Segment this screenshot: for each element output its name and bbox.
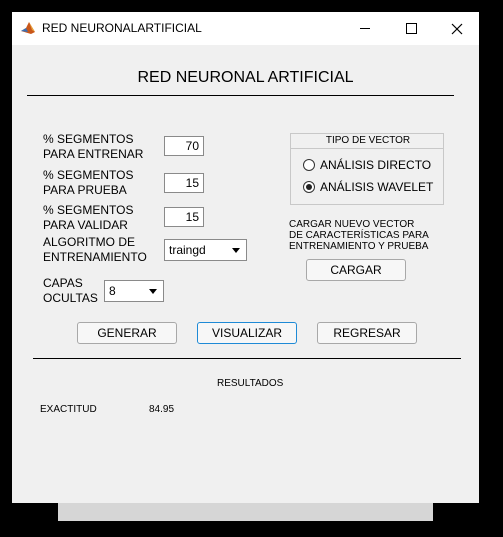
load-button[interactable]: CARGAR [306, 259, 406, 281]
algorithm-label: ALGORITMO DE ENTRENAMIENTO [43, 235, 147, 264]
validate-segments-label: % SEGMENTOS PARA VALIDAR [43, 203, 134, 232]
results-divider [33, 358, 461, 359]
window-title: RED NEURONALARTIFICIAL [42, 21, 202, 35]
algorithm-select[interactable]: traingd [164, 239, 247, 261]
radio-wavelet-analysis[interactable]: ANÁLISIS WAVELET [303, 180, 433, 194]
title-bar: RED NEURONALARTIFICIAL [12, 12, 479, 45]
hidden-layers-selected-value: 8 [109, 284, 116, 298]
results-title: RESULTADOS [217, 378, 284, 389]
hidden-layers-select[interactable]: 8 [104, 280, 164, 302]
chevron-down-icon [232, 248, 240, 253]
vector-type-group: TIPO DE VECTOR ANÁLISIS DIRECTO ANÁLISIS… [290, 133, 444, 205]
accuracy-value: 84.95 [149, 404, 175, 415]
vector-type-title: TIPO DE VECTOR [325, 135, 411, 146]
visualize-button[interactable]: VISUALIZAR [197, 322, 297, 344]
minimize-button[interactable] [342, 12, 388, 45]
group-divider [291, 148, 443, 149]
title-divider [27, 95, 454, 96]
algorithm-selected-value: traingd [169, 243, 206, 257]
close-button[interactable] [434, 12, 480, 45]
back-button[interactable]: REGRESAR [317, 322, 417, 344]
radio-selected-icon [303, 181, 315, 193]
close-icon [451, 23, 463, 34]
page-title: RED NEURONAL ARTIFICIAL [137, 69, 354, 86]
hidden-layers-label: CAPAS OCULTAS [43, 276, 98, 305]
app-window: RED NEURONALARTIFICIAL RED NEURONAL ARTI… [12, 12, 479, 503]
radio-unselected-icon [303, 159, 315, 171]
radio-wavelet-label: ANÁLISIS WAVELET [320, 180, 434, 194]
radio-direct-label: ANÁLISIS DIRECTO [320, 158, 432, 172]
generate-button[interactable]: GENERAR [77, 322, 177, 344]
window-shadow [58, 503, 433, 521]
maximize-icon [405, 23, 417, 34]
accuracy-label: EXACTITUD [40, 404, 97, 415]
load-vector-description: CARGAR NUEVO VECTOR DE CARACTERÍSTICAS P… [289, 219, 429, 252]
radio-direct-analysis[interactable]: ANÁLISIS DIRECTO [303, 158, 431, 172]
train-segments-input[interactable]: 70 [164, 136, 204, 156]
maximize-button[interactable] [388, 12, 434, 45]
matlab-icon [20, 20, 36, 36]
chevron-down-icon [149, 289, 157, 294]
train-segments-label: % SEGMENTOS PARA ENTRENAR [43, 132, 144, 161]
test-segments-label: % SEGMENTOS PARA PRUEBA [43, 168, 134, 197]
validate-segments-input[interactable]: 15 [164, 207, 204, 227]
minimize-icon [360, 28, 370, 29]
test-segments-input[interactable]: 15 [164, 173, 204, 193]
